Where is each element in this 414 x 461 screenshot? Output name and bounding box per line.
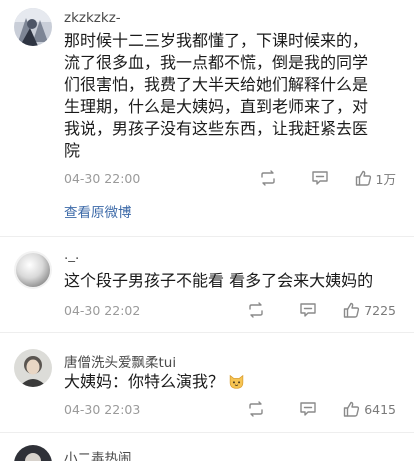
username[interactable]: zkzkzkz-	[64, 10, 121, 26]
repost-icon	[260, 170, 275, 186]
reply-button[interactable]	[299, 302, 317, 318]
comment-text-line: 们很害怕，我费了大半天给她们解释什么是	[64, 75, 369, 94]
timestamp: 04-30 22:02	[64, 302, 141, 318]
like-button[interactable]: 6415	[343, 401, 396, 417]
comment-text: 这个段子男孩子不能看 看多了会来大姨妈的	[64, 271, 374, 290]
comment-meta: 04-30 22:02 7225	[64, 300, 396, 320]
comment-text-line: 院	[64, 141, 81, 160]
repost-button[interactable]	[247, 302, 265, 318]
comment-actions: 6415	[247, 401, 396, 417]
reply-button[interactable]	[311, 170, 329, 186]
comment-meta: 04-30 22:00 1万	[64, 168, 396, 188]
comment-text-line: 生理期，什么是大姨妈，直到老师来了，对	[64, 97, 369, 116]
like-button[interactable]: 1万	[355, 169, 396, 188]
comment-text-line: 那时候十二三岁我都懂了，下课时候来的，	[64, 31, 369, 50]
comment-text-line: 流了很多血，我一点都不慌，倒是我的同学	[64, 53, 369, 72]
username[interactable]: 小二毒热闹	[64, 447, 132, 461]
comment-text-line: 我说，男孩子没有这些东西，让我赶紧去医	[64, 119, 369, 138]
comment-text-content: 大姨妈：你特么演我？	[64, 372, 225, 391]
like-count: 7225	[364, 302, 396, 318]
avatar[interactable]	[14, 8, 52, 46]
avatar[interactable]	[14, 251, 52, 289]
view-original-weibo-link[interactable]: 查看原微博	[64, 201, 132, 221]
comment-feed: zkzkzkz- 那时候十二三岁我都懂了，下课时候来的， 流了很多血，我一点都不…	[0, 0, 414, 461]
avatar[interactable]	[14, 445, 52, 461]
repost-button[interactable]	[259, 170, 277, 186]
comment-item: zkzkzkz- 那时候十二三岁我都懂了，下课时候来的， 流了很多血，我一点都不…	[0, 0, 414, 226]
comment-actions: 1万	[259, 169, 396, 188]
comment-text: 那时候十二三岁我都懂了，下课时候来的， 流了很多血，我一点都不慌，倒是我的同学 …	[64, 30, 396, 162]
comment-item: 唐僧洗头爱飘柔tui 大姨妈：你特么演我？ 04-30 22:03 6415	[0, 333, 414, 429]
thumbs-up-icon	[343, 302, 360, 318]
comment-item: 小二毒热闹	[0, 433, 414, 461]
like-count: 1万	[375, 171, 396, 187]
thumbs-up-icon	[355, 170, 371, 186]
cat-face-emoji	[229, 374, 244, 389]
username[interactable]: ._.	[64, 247, 79, 263]
reply-button[interactable]	[299, 401, 317, 417]
repost-icon	[249, 401, 263, 417]
comment-icon	[300, 402, 316, 416]
repost-icon	[249, 302, 263, 318]
like-button[interactable]: 7225	[343, 302, 396, 318]
like-count: 6415	[364, 401, 396, 417]
timestamp: 04-30 22:00	[64, 170, 141, 186]
thumbs-up-icon	[343, 401, 360, 417]
username[interactable]: 唐僧洗头爱飘柔tui	[64, 351, 176, 371]
comment-icon	[311, 171, 328, 185]
comment-text: 大姨妈：你特么演我？	[64, 371, 396, 393]
comment-meta: 04-30 22:03 6415	[64, 399, 396, 419]
repost-button[interactable]	[247, 401, 265, 417]
timestamp: 04-30 22:03	[64, 401, 141, 417]
comment-icon	[300, 303, 316, 317]
comment-actions: 7225	[247, 302, 396, 318]
comment-item: ._. 这个段子男孩子不能看 看多了会来大姨妈的 04-30 22:02 722…	[0, 237, 414, 329]
avatar[interactable]	[14, 349, 52, 387]
